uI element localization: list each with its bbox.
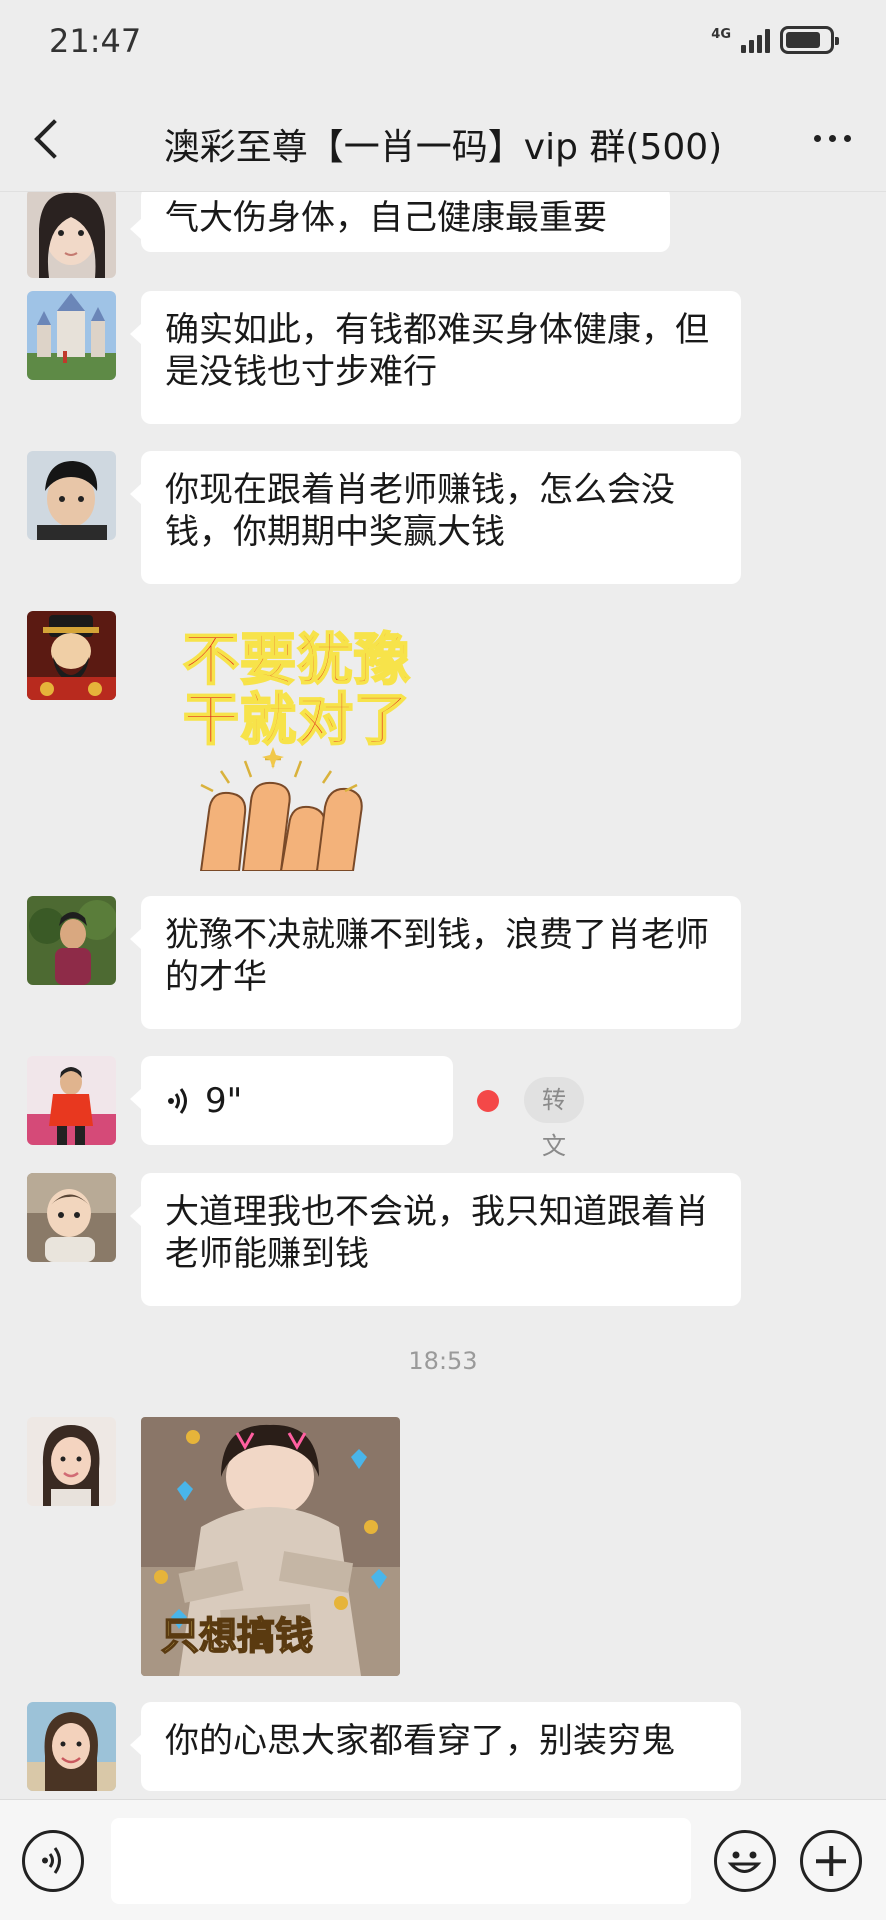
signal-icon xyxy=(741,27,770,53)
chat-header: 澳彩至尊【一肖一码】vip 群(500) xyxy=(0,88,886,192)
convert-to-text-button[interactable]: 转文字 xyxy=(524,1077,584,1206)
message-timestamp: 18:53 xyxy=(408,1347,478,1375)
message-input[interactable] xyxy=(111,1818,691,1904)
chat-title: 澳彩至尊【一肖一码】vip 群(500) xyxy=(163,127,723,168)
message-list[interactable]: 气大伤身体，自己健康最重要 确实如此，有钱都难买身体健康，但是没钱也寸步难行 你… xyxy=(0,192,886,1799)
avatar-baby[interactable] xyxy=(27,1173,116,1262)
voice-wave-icon xyxy=(168,1087,187,1114)
status-time: 21:47 xyxy=(49,22,142,60)
emoji-icon[interactable] xyxy=(714,1830,776,1892)
message-bubble[interactable]: 气大伤身体，自己健康最重要 xyxy=(130,192,670,252)
message-bubble[interactable]: 大道理我也不会说，我只知道跟着肖老师能赚到钱 xyxy=(130,1173,741,1306)
avatar-fortune-god[interactable] xyxy=(27,611,116,700)
voice-input-icon[interactable] xyxy=(22,1830,84,1892)
avatar-man-red-shirt[interactable] xyxy=(27,1056,116,1145)
message-text: 气大伤身体，自己健康最重要 xyxy=(165,198,607,238)
sticker-image[interactable]: 不要犹豫 干就对了 xyxy=(141,611,411,871)
back-chevron-icon[interactable] xyxy=(26,114,76,164)
avatar-woman-beach[interactable] xyxy=(27,1702,116,1791)
status-bar: 21:47 4G xyxy=(0,0,886,88)
status-icons: 4G xyxy=(711,26,839,54)
plus-icon[interactable] xyxy=(800,1830,862,1892)
message-bubble[interactable]: 你的心思大家都看穿了，别装穷鬼 xyxy=(130,1702,741,1791)
message-text: 确实如此，有钱都难买身体健康，但是没钱也寸步难行 xyxy=(165,310,709,392)
fists-illustration xyxy=(199,747,363,871)
message-bubble[interactable]: 犹豫不决就赚不到钱，浪费了肖老师的才华 xyxy=(130,896,741,1029)
avatar-young-man[interactable] xyxy=(27,451,116,540)
avatar-woman-smiling[interactable] xyxy=(27,1417,116,1506)
network-type-label: 4G xyxy=(711,26,731,42)
message-text: 大道理我也不会说，我只知道跟着肖老师能赚到钱 xyxy=(165,1192,709,1274)
chat-input-bar xyxy=(0,1799,886,1920)
sticker-image[interactable]: 只想搞钱 xyxy=(141,1417,400,1676)
voice-message-bubble[interactable]: 9" xyxy=(130,1056,453,1145)
sticker-caption: 只想搞钱 xyxy=(160,1613,314,1659)
message-bubble[interactable]: 你现在跟着肖老师赚钱，怎么会没钱，你期期中奖赢大钱 xyxy=(130,451,741,584)
unread-dot xyxy=(477,1090,499,1112)
battery-icon xyxy=(780,26,839,54)
message-text: 你的心思大家都看穿了，别装穷鬼 xyxy=(165,1721,675,1761)
message-bubble[interactable]: 确实如此，有钱都难买身体健康，但是没钱也寸步难行 xyxy=(130,291,741,424)
more-dots-icon[interactable] xyxy=(802,118,862,158)
message-text: 犹豫不决就赚不到钱，浪费了肖老师的才华 xyxy=(165,915,709,997)
message-text: 你现在跟着肖老师赚钱，怎么会没钱，你期期中奖赢大钱 xyxy=(165,470,675,552)
avatar-woman-portrait[interactable] xyxy=(27,192,116,278)
avatar-castle-scene[interactable] xyxy=(27,291,116,380)
voice-duration: 9" xyxy=(205,1080,243,1121)
avatar-woman-garden[interactable] xyxy=(27,896,116,985)
